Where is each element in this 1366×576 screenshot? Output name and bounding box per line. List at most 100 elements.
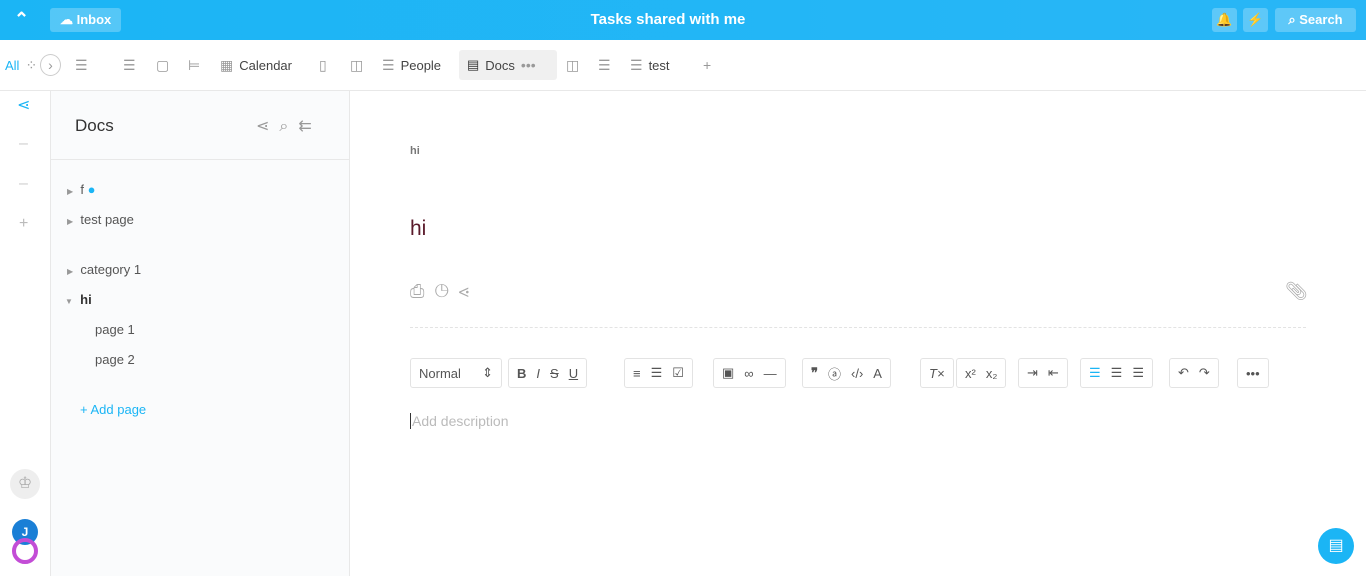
chat-view-tab[interactable]: ▢ xyxy=(156,54,169,76)
add-space-icon[interactable]: + xyxy=(19,215,28,233)
all-view[interactable]: All ⁘ xyxy=(5,54,37,76)
search-icon[interactable]: ⌕ xyxy=(279,118,298,135)
list-view-tab-2[interactable]: ☰ xyxy=(123,54,136,76)
print-icon[interactable]: ⎙ xyxy=(410,281,434,301)
tree-item-page-1[interactable]: page 1 xyxy=(95,322,135,337)
underline-icon[interactable]: U xyxy=(569,366,578,381)
align-left-icon[interactable]: ☰ xyxy=(1089,365,1101,381)
attachment-icon[interactable]: 📎︎ xyxy=(1285,281,1308,302)
breadcrumb[interactable]: hi xyxy=(410,145,420,157)
updown-icon: ⇕ xyxy=(482,365,493,380)
bold-icon[interactable]: B xyxy=(517,366,526,381)
image-icon[interactable]: ▣ xyxy=(722,365,734,381)
list-view-tab-3[interactable]: ☰ xyxy=(598,54,611,76)
collapsed-space[interactable]: – xyxy=(19,135,28,153)
list-icon: ☰ xyxy=(598,56,611,73)
docs-view-tab[interactable]: ▤ Docs ••• xyxy=(459,50,557,80)
list-view-tab[interactable]: ☰ xyxy=(75,54,88,76)
notepad-icon: ▤ xyxy=(1328,537,1344,554)
badge-icon[interactable]: ⓐ xyxy=(828,364,841,383)
link-icon[interactable]: ∞ xyxy=(744,366,753,381)
more-icon: ••• xyxy=(1246,365,1260,381)
doc-icon: ▤ xyxy=(467,57,480,72)
collapse-icon[interactable]: ⇇ xyxy=(298,118,321,135)
bullet-list-icon[interactable]: ☰ xyxy=(651,365,663,381)
add-page-button[interactable]: + Add page xyxy=(80,402,146,417)
notifications-bell-icon[interactable]: 🔔 xyxy=(1212,8,1237,32)
trophy-icon[interactable]: ♔ xyxy=(10,469,40,499)
indent-icon[interactable]: ⇥ xyxy=(1027,365,1038,381)
script-group: x² x₂ xyxy=(956,358,1007,388)
board-icon: ◫ xyxy=(350,56,364,73)
checklist-icon[interactable]: ☑ xyxy=(672,365,684,381)
chat-icon: ▢ xyxy=(156,56,170,73)
board-view-tab-2[interactable]: ◫ xyxy=(566,54,579,76)
globe-icon: ● xyxy=(87,182,96,197)
doc-title[interactable]: hi xyxy=(410,217,426,241)
notepad-button[interactable]: ▤ xyxy=(1318,528,1354,564)
calendar-view-tab[interactable]: ▦ Calendar xyxy=(220,54,292,76)
caret-down-icon: ▼ xyxy=(65,297,73,306)
code-icon[interactable]: ‹/› xyxy=(851,366,863,381)
list-icon: ☰ xyxy=(382,56,395,73)
share-icon[interactable]: ⋖ xyxy=(17,95,30,115)
page-title: Tasks shared with me xyxy=(590,11,746,28)
description-input[interactable]: Add description xyxy=(410,413,509,429)
tree-item-test-page[interactable]: ▶ test page xyxy=(67,212,134,227)
doc-icon: ▯ xyxy=(319,56,327,73)
list-icon: ☰ xyxy=(75,56,88,73)
redo-icon[interactable]: ↷ xyxy=(1199,365,1210,381)
board-icon: ◫ xyxy=(566,56,580,73)
docs-sidebar: Docs ⋖⌕⇇ ▶ f ● ▶ test page ▶ category 1 … xyxy=(51,91,350,576)
align-center-icon[interactable]: ☰ xyxy=(1111,365,1123,381)
tree-item-page-2[interactable]: page 2 xyxy=(95,352,135,367)
superscript-icon[interactable]: x² xyxy=(965,366,976,381)
more-icon[interactable]: ••• xyxy=(521,57,536,73)
share-icon[interactable]: ⋖ xyxy=(256,118,279,135)
tree-item-category-1[interactable]: ▶ category 1 xyxy=(67,262,141,277)
ordered-list-icon[interactable]: ≡ xyxy=(633,366,641,381)
indent-group: ⇥ ⇤ xyxy=(1018,358,1068,388)
add-view-button[interactable]: + xyxy=(703,54,711,76)
share-icon[interactable]: ⋖ xyxy=(459,281,479,301)
people-view-tab[interactable]: ☰ People xyxy=(382,54,441,76)
board-view-tab[interactable]: ◫ xyxy=(350,54,363,76)
clear-format-button[interactable]: T× xyxy=(920,358,954,388)
workspace-logo[interactable] xyxy=(12,538,38,564)
tree-item-f[interactable]: ▶ f ● xyxy=(67,182,96,197)
outdent-icon[interactable]: ⇤ xyxy=(1048,365,1059,381)
grid-icon: ⁘ xyxy=(25,56,38,73)
align-right-icon[interactable]: ☰ xyxy=(1132,365,1144,381)
text-style-select[interactable]: Normal ⇕ xyxy=(410,358,502,388)
gantt-view-tab[interactable]: ⊨ xyxy=(188,54,200,76)
search-icon: ⌕ xyxy=(1288,12,1300,27)
italic-icon[interactable]: I xyxy=(536,366,540,381)
quote-icon[interactable]: ❞ xyxy=(811,365,818,381)
align-group: ☰ ☰ ☰ xyxy=(1080,358,1153,388)
sidebar-title: Docs xyxy=(75,116,114,135)
history-icon[interactable]: ◷ xyxy=(434,281,458,301)
tree-item-hi[interactable]: ▼ hi xyxy=(65,292,92,307)
expand-sidebar-button[interactable]: › xyxy=(40,54,61,76)
clear-format-icon: T× xyxy=(929,365,945,381)
test-view-tab[interactable]: ☰ test xyxy=(630,54,670,76)
top-bar: ⌃ ☁ Inbox Tasks shared with me 🔔 ⚡ ⌕ Sea… xyxy=(0,0,1366,40)
list-icon: ☰ xyxy=(630,56,643,73)
horizontal-rule-icon[interactable]: — xyxy=(764,366,777,381)
collapsed-space-2[interactable]: – xyxy=(19,175,28,193)
block-group: ❞ ⓐ ‹/› A xyxy=(802,358,891,388)
history-group: ↶ ↷ xyxy=(1169,358,1219,388)
highlight-icon[interactable]: A xyxy=(873,366,882,381)
search-button[interactable]: ⌕ Search xyxy=(1275,8,1356,32)
undo-icon[interactable]: ↶ xyxy=(1178,365,1189,381)
caret-right-icon: ▶ xyxy=(67,217,74,226)
list-group: ≡ ☰ ☑ xyxy=(624,358,693,388)
gantt-icon: ⊨ xyxy=(188,56,201,73)
divider xyxy=(410,327,1306,328)
strike-icon[interactable]: S xyxy=(550,366,559,381)
subscript-icon[interactable]: x₂ xyxy=(986,366,998,381)
caret-right-icon: ▶ xyxy=(67,267,74,276)
lightning-icon[interactable]: ⚡ xyxy=(1243,8,1268,32)
more-button[interactable]: ••• xyxy=(1237,358,1269,388)
doc-view-tab[interactable]: ▯ xyxy=(319,54,327,76)
